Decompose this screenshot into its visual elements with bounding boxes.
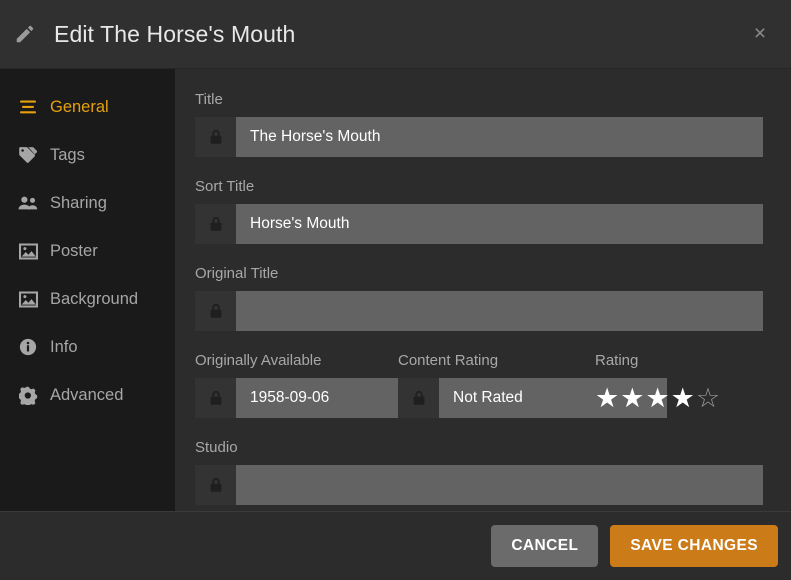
cancel-button[interactable]: CANCEL (491, 525, 599, 567)
general-form-panel: Title Sort Title (175, 69, 791, 511)
pencil-icon (16, 23, 42, 45)
field-sort-title: Sort Title (195, 178, 763, 244)
field-content-rating: Content Rating (398, 352, 667, 418)
sidebar-item-poster[interactable]: Poster (0, 227, 175, 275)
original-title-input[interactable] (236, 291, 763, 331)
title-input[interactable] (236, 117, 763, 157)
sidebar-item-label: Info (50, 337, 78, 356)
star-filled-icon[interactable]: ★ (620, 384, 645, 412)
sidebar-item-general[interactable]: General (0, 83, 175, 131)
tag-icon (18, 145, 38, 165)
sidebar-item-label: Poster (50, 241, 98, 260)
field-label: Rating (595, 352, 639, 369)
lock-icon[interactable] (195, 117, 236, 157)
edit-metadata-dialog: Edit The Horse's Mouth × General Tags Sh… (0, 0, 791, 580)
lock-icon[interactable] (398, 378, 439, 418)
image-icon (18, 241, 38, 261)
sidebar-item-label: Tags (50, 145, 85, 164)
star-rating[interactable]: ★ ★ ★ ★ ☆ (595, 378, 763, 418)
field-title: Title (195, 91, 763, 157)
lock-icon[interactable] (195, 204, 236, 244)
sidebar-item-label: Background (50, 289, 139, 308)
star-filled-icon[interactable]: ★ (671, 384, 696, 412)
lock-icon[interactable] (195, 291, 236, 331)
list-icon (18, 97, 38, 117)
field-label: Content Rating (398, 352, 499, 369)
sidebar-item-label: General (50, 97, 109, 116)
studio-input[interactable] (236, 465, 763, 505)
dialog-title: Edit The Horse's Mouth (54, 20, 296, 47)
close-icon[interactable]: × (745, 18, 775, 48)
sidebar-item-sharing[interactable]: Sharing (0, 179, 175, 227)
people-icon (18, 193, 38, 213)
sidebar-item-info[interactable]: Info (0, 323, 175, 371)
dialog-header: Edit The Horse's Mouth × (0, 0, 791, 69)
field-label: Originally Available (195, 352, 322, 369)
dialog-footer: CANCEL SAVE CHANGES (0, 511, 791, 580)
field-studio: Studio (195, 439, 763, 505)
sidebar-nav: General Tags Sharing Poster Background I… (0, 69, 175, 511)
sort-title-input[interactable] (236, 204, 763, 244)
lock-icon[interactable] (195, 465, 236, 505)
field-originally-available: Originally Available (195, 352, 464, 418)
image-icon (18, 289, 38, 309)
field-label: Sort Title (195, 178, 255, 195)
star-empty-icon[interactable]: ☆ (696, 384, 721, 412)
gear-icon (18, 385, 38, 405)
dialog-body: General Tags Sharing Poster Background I… (0, 69, 791, 511)
sidebar-item-background[interactable]: Background (0, 275, 175, 323)
field-label: Original Title (195, 265, 279, 282)
star-filled-icon[interactable]: ★ (595, 384, 620, 412)
field-original-title: Original Title (195, 265, 763, 331)
field-label: Studio (195, 439, 238, 456)
info-icon (18, 337, 38, 357)
sidebar-item-advanced[interactable]: Advanced (0, 371, 175, 419)
lock-icon[interactable] (195, 378, 236, 418)
field-rating: Rating ★ ★ ★ ★ ☆ (595, 352, 763, 418)
save-changes-button[interactable]: SAVE CHANGES (610, 525, 778, 567)
sidebar-item-label: Sharing (50, 193, 107, 212)
sidebar-item-tags[interactable]: Tags (0, 131, 175, 179)
sidebar-item-label: Advanced (50, 385, 124, 404)
star-filled-icon[interactable]: ★ (645, 384, 670, 412)
metadata-row: Originally Available Content Rating (195, 352, 763, 418)
field-label: Title (195, 91, 223, 108)
